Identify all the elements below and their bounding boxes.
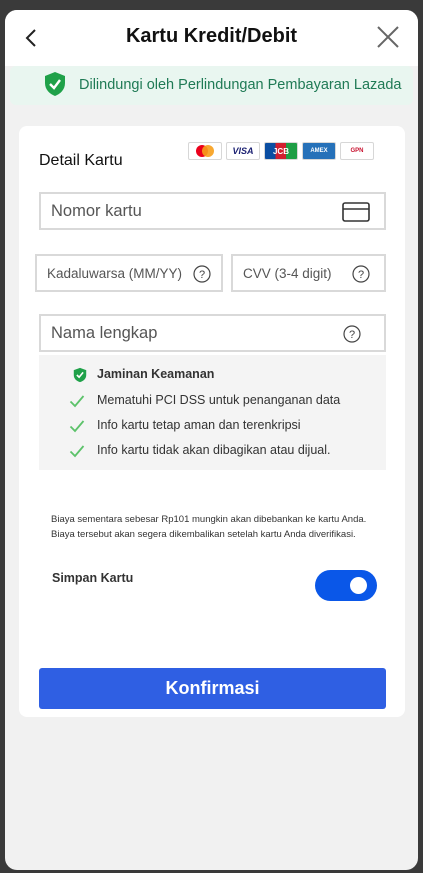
bottom-sheet: Kartu Kredit/Debit Dilindungi oleh Perli… [5,10,418,870]
verification-charge-note: Biaya sementara sebesar Rp101 mungkin ak… [51,514,367,540]
save-card-toggle[interactable] [315,570,377,601]
jcb-logo: JCB [264,142,298,160]
amex-logo: AMEX [302,142,336,160]
header: Kartu Kredit/Debit [5,10,418,66]
page-title: Kartu Kredit/Debit [125,25,298,47]
card-number-field[interactable]: Nomor kartu [39,192,386,230]
full-name-field[interactable]: Nama lengkap ? [39,314,386,352]
shield-check-icon [45,72,65,96]
save-card-label: Simpan Kartu [52,571,134,585]
protection-text: Dilindungi oleh Perlindungan Pembayaran … [79,77,402,93]
check-icon [69,445,85,458]
help-circle-icon[interactable]: ? [343,325,361,343]
svg-text:?: ? [358,269,364,281]
help-circle-icon[interactable]: ? [352,265,370,283]
gpn-logo: GPN [340,142,374,160]
security-guarantee-box: Jaminan Keamanan Mematuhi PCI DSS untuk … [39,355,386,470]
card-number-placeholder: Nomor kartu [51,202,142,220]
mastercard-logo [188,142,222,160]
security-item: Info kartu tetap aman dan terenkripsi [97,418,301,432]
svg-text:?: ? [349,329,355,341]
visa-logo: VISA [226,142,260,160]
cvv-placeholder: CVV (3-4 digit) [243,266,332,281]
check-icon [69,420,85,433]
full-name-placeholder: Nama lengkap [51,324,158,342]
cvv-field[interactable]: CVV (3-4 digit) ? [231,254,386,292]
security-item: Info kartu tidak akan dibagikan atau dij… [97,443,331,457]
svg-text:?: ? [199,269,205,281]
payment-protection-banner: Dilindungi oleh Perlindungan Pembayaran … [10,66,413,105]
credit-card-icon [342,202,370,222]
expiry-field[interactable]: Kadaluwarsa (MM/YY) ? [35,254,223,292]
toggle-knob [350,577,367,594]
close-button[interactable] [375,24,401,50]
card-brands: VISA JCB AMEX GPN [188,142,374,160]
security-title: Jaminan Keamanan [97,367,215,381]
security-item: Mematuhi PCI DSS untuk penanganan data [97,393,341,407]
card-details-panel: Detail Kartu VISA JCB AMEX GPN Nomor kar… [19,126,405,717]
card-details-title: Detail Kartu [39,152,123,169]
shield-check-icon [73,367,87,383]
check-icon [69,395,85,408]
expiry-placeholder: Kadaluwarsa (MM/YY) [47,266,183,281]
confirm-button[interactable]: Konfirmasi [39,668,386,709]
help-circle-icon[interactable]: ? [193,265,211,283]
close-icon [377,26,399,48]
